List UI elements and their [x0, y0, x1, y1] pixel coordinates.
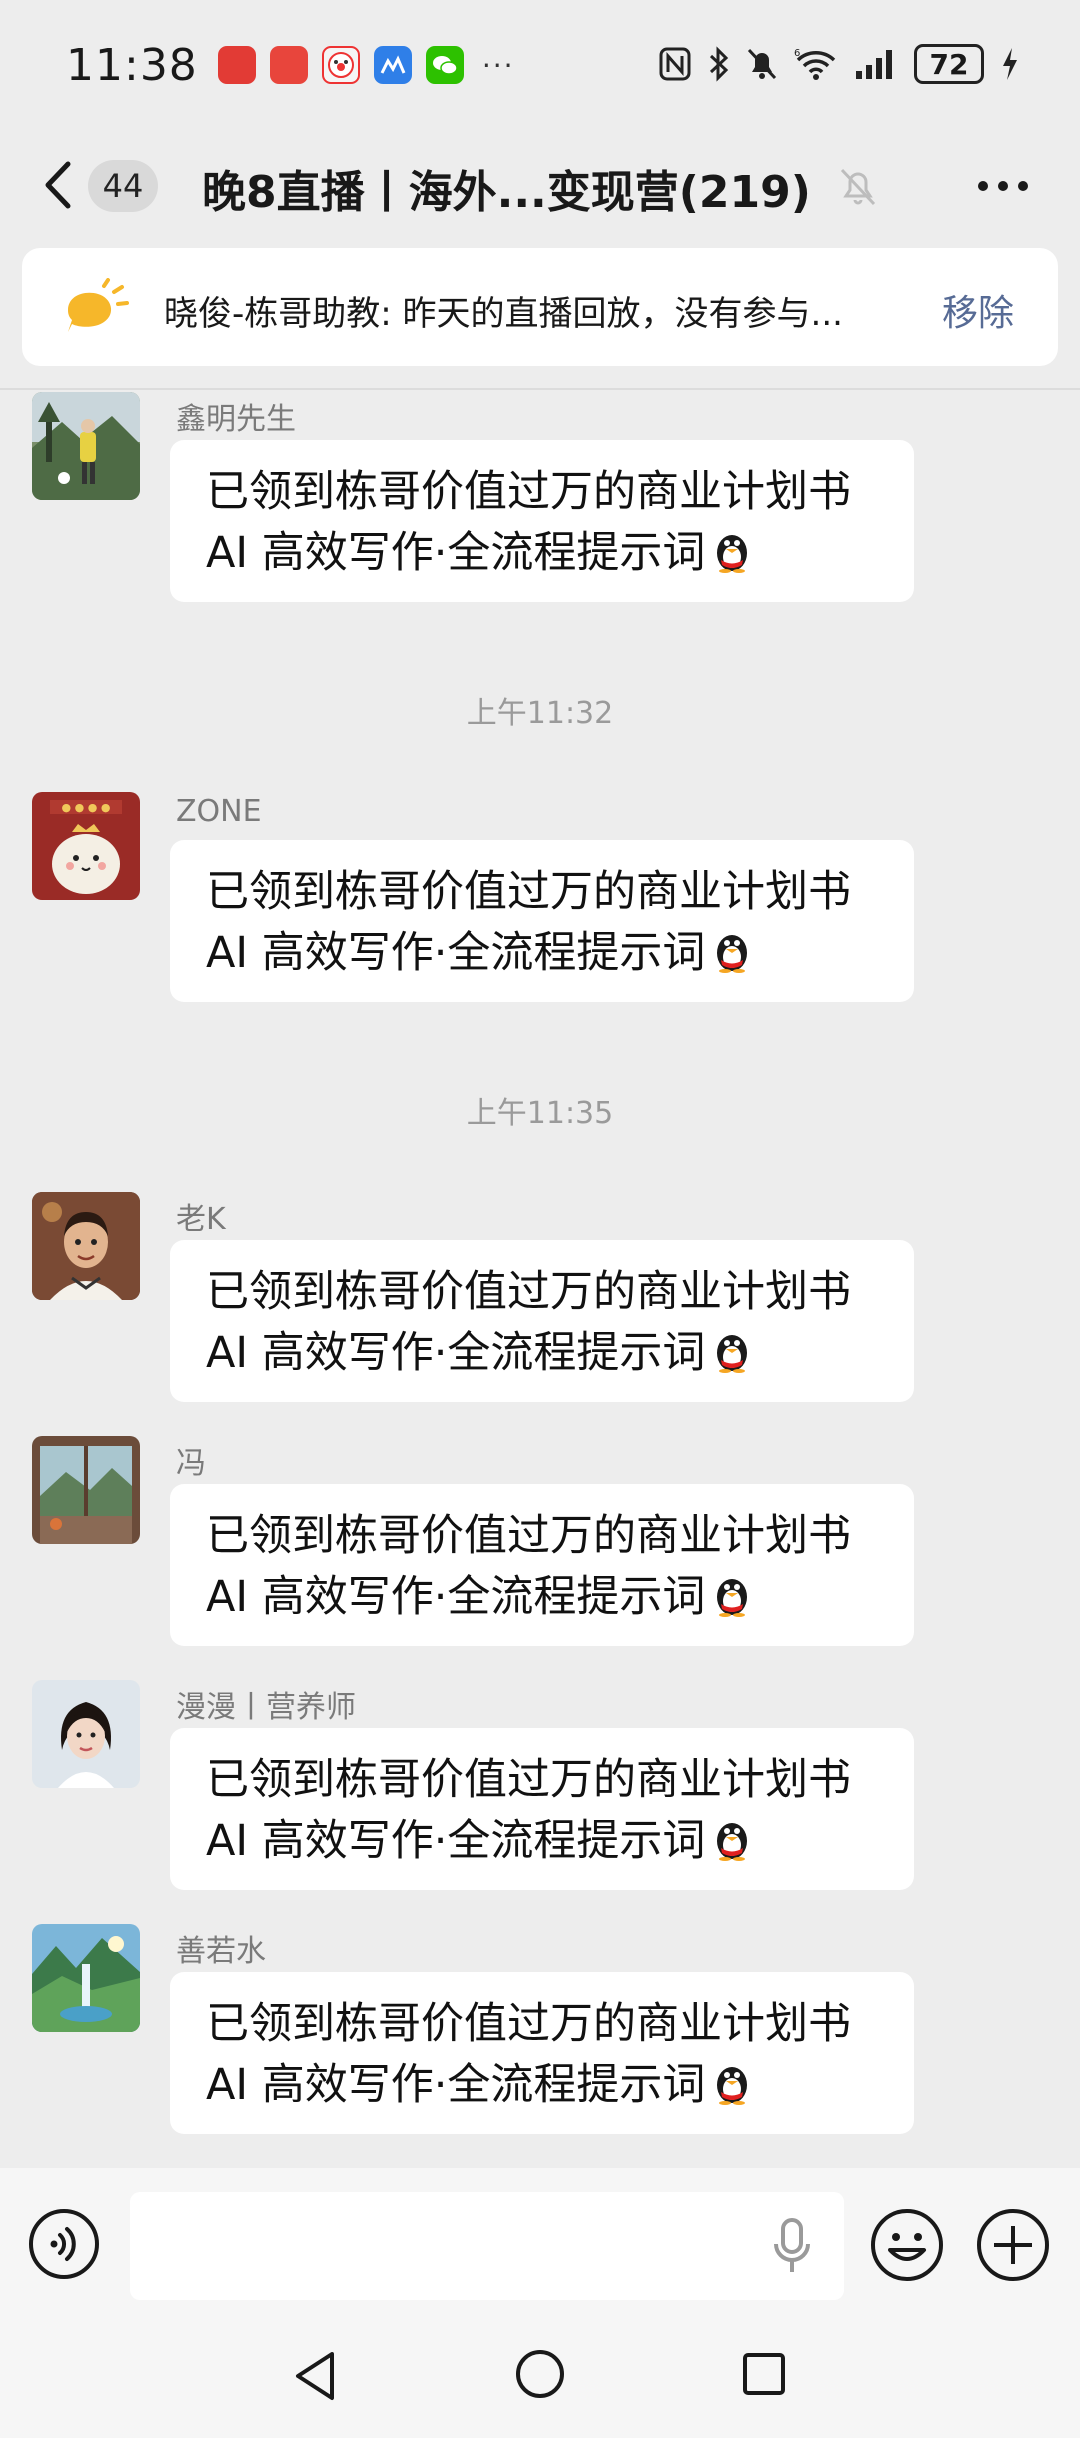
message-line-2: AI 高效写作·全流程提示词 [206, 2060, 706, 2110]
header-divider [0, 388, 1080, 390]
penguin-emoji-icon [717, 1579, 748, 1617]
muted-bell-icon [840, 168, 876, 206]
message-line-1: 已领到栋哥价值过万的商业计划书 [206, 867, 851, 917]
wifi-6-icon: 6 [794, 44, 838, 84]
unread-count-badge[interactable]: 44 [88, 160, 158, 212]
message-line-2: AI 高效写作·全流程提示词 [206, 1328, 706, 1378]
message-input-bar [0, 2168, 1080, 2318]
notification-icons: ··· [217, 46, 515, 84]
message-line-1: 已领到栋哥价值过万的商业计划书 [206, 1999, 851, 2049]
avatar[interactable] [32, 1436, 140, 1544]
bluetooth-icon [708, 44, 730, 84]
wechat-icon [425, 46, 464, 84]
huawei-mall-icon [269, 46, 308, 84]
timestamp: 上午11:32 [466, 696, 614, 731]
penguin-emoji-icon [717, 535, 748, 573]
chat-title: 晚8直播丨海外...变现营(219) [202, 167, 811, 218]
remove-notice-button[interactable]: 移除 [942, 284, 1014, 336]
chat-screen: 11:38 ··· 6 72 44 晚8直播丨海外...变现营(219) 晓俊-… [0, 0, 1080, 2438]
svg-text:6: 6 [794, 48, 800, 59]
status-bar: 11:38 ··· 6 72 [0, 0, 1080, 130]
huawei-store-icon [217, 46, 256, 84]
signal-icon [854, 44, 898, 84]
penguin-emoji-icon [717, 1823, 748, 1861]
message-bubble[interactable]: 已领到栋哥价值过万的商业计划书 AI 高效写作·全流程提示词 [170, 1484, 914, 1646]
avatar[interactable] [32, 1680, 140, 1788]
battery-level: 72 [929, 47, 969, 81]
pinned-notice[interactable]: 晓俊-栋哥助教: 昨天的直播回放，没有参与... 移除 [22, 248, 1058, 366]
message-line-2: AI 高效写作·全流程提示词 [206, 528, 706, 578]
nfc-icon [658, 44, 692, 84]
avatar[interactable] [32, 392, 140, 500]
sender-name: ZONE [176, 794, 262, 829]
back-arrow-icon[interactable] [38, 158, 78, 212]
message-line-1: 已领到栋哥价值过万的商业计划书 [206, 1755, 851, 1805]
battery-indicator: 72 [914, 44, 984, 84]
message-line-1: 已领到栋哥价值过万的商业计划书 [206, 1511, 851, 1561]
sender-name: 老K [176, 1202, 226, 1237]
penguin-emoji-icon [717, 1335, 748, 1373]
message-line-2: AI 高效写作·全流程提示词 [206, 928, 706, 978]
chat-header: 44 晚8直播丨海外...变现营(219) [0, 130, 1080, 240]
timestamp: 上午11:35 [466, 1096, 614, 1131]
more-notifications-icon: ··· [481, 48, 515, 82]
status-time: 11:38 [66, 39, 198, 91]
system-navigation-bar [0, 2318, 1080, 2438]
voice-input-icon[interactable] [28, 2208, 100, 2280]
avatar[interactable] [32, 1924, 140, 2032]
system-back-icon[interactable] [290, 2348, 340, 2404]
system-home-icon[interactable] [514, 2348, 566, 2400]
penguin-emoji-icon [717, 935, 748, 973]
more-options-icon[interactable] [976, 174, 1030, 198]
emoji-icon[interactable] [870, 2208, 944, 2282]
sender-name: 鑫明先生 [176, 402, 296, 437]
message-bubble[interactable]: 已领到栋哥价值过万的商业计划书 AI 高效写作·全流程提示词 [170, 1728, 914, 1890]
avatar[interactable]: ● ● ● ● [32, 792, 140, 900]
microphone-icon[interactable] [770, 2216, 814, 2276]
charging-icon [1000, 44, 1020, 84]
system-recent-apps-icon[interactable] [742, 2352, 786, 2396]
sender-name: 冯 [176, 1446, 206, 1481]
avatar[interactable] [32, 1192, 140, 1300]
status-indicators: 6 72 [658, 44, 1020, 84]
message-line-2: AI 高效写作·全流程提示词 [206, 1816, 706, 1866]
penguin-emoji-icon [717, 2067, 748, 2105]
message-text-input[interactable] [130, 2192, 844, 2300]
message-line-1: 已领到栋哥价值过万的商业计划书 [206, 467, 851, 517]
message-bubble[interactable]: 已领到栋哥价值过万的商业计划书 AI 高效写作·全流程提示词 [170, 1240, 914, 1402]
message-bubble[interactable]: 已领到栋哥价值过万的商业计划书 AI 高效写作·全流程提示词 [170, 840, 914, 1002]
announcement-sun-icon [68, 278, 129, 332]
mute-bell-icon [746, 44, 778, 84]
sender-name: 善若水 [176, 1934, 266, 1969]
plus-icon[interactable] [976, 2208, 1050, 2282]
message-line-2: AI 高效写作·全流程提示词 [206, 1572, 706, 1622]
sender-name: 漫漫丨营养师 [176, 1690, 356, 1725]
message-bubble[interactable]: 已领到栋哥价值过万的商业计划书 AI 高效写作·全流程提示词 [170, 1972, 914, 2134]
message-bubble[interactable]: 已领到栋哥价值过万的商业计划书 AI 高效写作·全流程提示词 [170, 440, 914, 602]
blue-app-icon [373, 46, 412, 84]
clown-app-icon [321, 46, 360, 84]
notice-text: 晓俊-栋哥助教: 昨天的直播回放，没有参与... [164, 294, 843, 334]
svg-text:● ● ● ●: ● ● ● ● [62, 801, 111, 814]
message-line-1: 已领到栋哥价值过万的商业计划书 [206, 1267, 851, 1317]
